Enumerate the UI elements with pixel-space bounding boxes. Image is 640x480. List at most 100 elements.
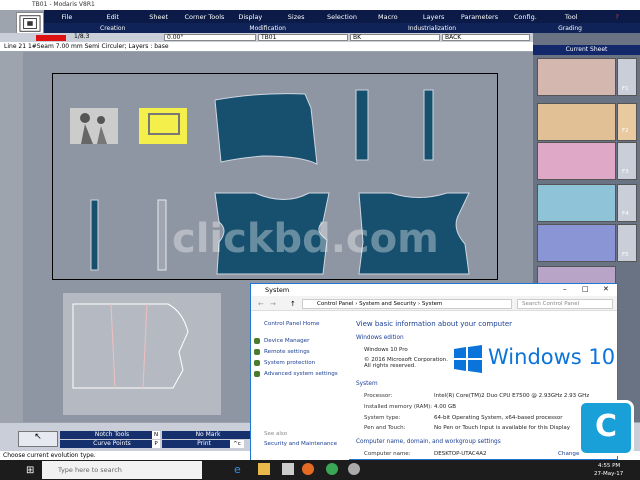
shield-icon: [254, 349, 260, 355]
tab-industrialization[interactable]: Industrialization: [408, 25, 456, 32]
windows-logo-icon: [454, 345, 482, 373]
sheet-action-2[interactable]: [617, 103, 637, 141]
app-logo: [16, 12, 44, 35]
taskbar-search[interactable]: Type here to search: [42, 461, 202, 479]
angle-field[interactable]: 0.00°: [164, 34, 256, 41]
sheet-thumb-2[interactable]: [537, 103, 616, 141]
menu-help[interactable]: ?: [594, 13, 640, 21]
edition-section-label: Windows edition: [356, 335, 404, 341]
color-swatch[interactable]: [36, 34, 66, 41]
mode-tabs: Creation Modification Industrialization …: [44, 23, 640, 33]
menu-tool[interactable]: Tool: [548, 13, 594, 21]
menu-sizes[interactable]: Sizes: [273, 13, 319, 21]
code-field[interactable]: TB01: [258, 34, 348, 41]
computer-name-label: Computer name:: [364, 451, 411, 457]
remote-settings-link[interactable]: Remote settings: [264, 349, 310, 355]
breadcrumb: Control Panel › System and Security › Sy…: [302, 299, 512, 309]
menu-macro[interactable]: Macro: [365, 13, 411, 21]
crumb-system-security[interactable]: System and Security: [359, 301, 416, 307]
back-arrow-icon[interactable]: ←: [258, 300, 264, 308]
computer-name-value: DESKTOP-UTAC4A2: [434, 451, 487, 457]
pointer-tool-button[interactable]: ↖: [18, 431, 58, 447]
watermark: clickbd.com: [172, 216, 439, 262]
system-heading: View basic information about your comput…: [356, 320, 513, 328]
clock-date: 27-May-17: [594, 471, 624, 477]
firefox-icon[interactable]: [302, 463, 314, 475]
crumb-control-panel[interactable]: Control Panel: [317, 301, 353, 307]
device-manager-link[interactable]: Device Manager: [264, 338, 309, 344]
sheet-thumb-5[interactable]: [537, 224, 616, 262]
notch-tools-key: N: [152, 431, 160, 439]
pen-touch-label: Pen and Touch:: [364, 425, 406, 431]
tab-creation[interactable]: Creation: [100, 25, 125, 32]
print-key: ^c: [230, 440, 244, 448]
curve-points-button[interactable]: Curve Points: [60, 440, 160, 448]
minimize-button[interactable]: –: [563, 285, 567, 293]
menu-display[interactable]: Display: [227, 13, 273, 21]
store-icon[interactable]: [282, 463, 294, 475]
see-also-label: See also: [264, 431, 288, 437]
pattern-piece-3[interactable]: [423, 89, 434, 161]
system-section-label: System: [356, 381, 378, 387]
windows-logo-text: Windows 10: [488, 345, 616, 369]
edge-icon[interactable]: e: [234, 463, 246, 476]
crumb-system[interactable]: System: [422, 301, 443, 307]
ref-field[interactable]: BK: [350, 34, 440, 41]
shield-icon: [254, 338, 260, 344]
menu-parameters[interactable]: Parameters: [457, 13, 503, 21]
tab-grading[interactable]: Grading: [558, 25, 582, 32]
computer-section-label: Computer name, domain, and workgroup set…: [356, 439, 501, 445]
pattern-piece-1[interactable]: [214, 93, 318, 165]
clock-time: 4:55 PM: [598, 463, 621, 469]
shield-icon: [254, 371, 260, 377]
pattern-layout-preview[interactable]: [63, 293, 221, 415]
tab-modification[interactable]: Modification: [249, 25, 286, 32]
control-panel-search[interactable]: Search Control Panel: [517, 299, 613, 309]
forward-arrow-icon[interactable]: →: [270, 300, 276, 308]
change-settings-link[interactable]: Change: [558, 451, 579, 457]
advanced-settings-link[interactable]: Advanced system settings: [264, 371, 338, 377]
menu-config[interactable]: Config.: [502, 13, 548, 21]
sheet-thumb-3[interactable]: [537, 142, 616, 180]
panel-title: Current Sheet: [533, 45, 640, 55]
ram-value: 4.00 GB: [434, 404, 457, 410]
copyright-text: © 2016 Microsoft Corporation. All rights…: [364, 357, 449, 369]
notch-tools-button[interactable]: Notch Tools: [60, 431, 160, 439]
menu-selection[interactable]: Selection: [319, 13, 365, 21]
windows-start-icon[interactable]: ⊞: [26, 465, 34, 476]
curve-points-key: P: [152, 440, 160, 448]
pen-touch-value: No Pen or Touch Input is available for t…: [434, 425, 570, 431]
clickbd-badge-icon: C: [578, 400, 634, 456]
sheet-thumb-1[interactable]: [537, 58, 616, 96]
control-panel-home-link[interactable]: Control Panel Home: [264, 321, 319, 327]
menu-edit[interactable]: Edit: [90, 13, 136, 21]
model-image-1[interactable]: [70, 108, 118, 144]
chrome-icon[interactable]: [326, 463, 338, 475]
app-icon[interactable]: [348, 463, 360, 475]
ram-label: Installed memory (RAM):: [364, 404, 433, 410]
key-f1: F1: [622, 86, 629, 92]
pattern-piece-4[interactable]: [90, 199, 99, 271]
folder-icon[interactable]: [258, 463, 270, 475]
up-arrow-icon[interactable]: ↑: [290, 300, 296, 308]
sheet-thumb-4[interactable]: [537, 184, 616, 222]
window-title: TB01 - Modaris V8R1: [0, 0, 640, 10]
menu-file[interactable]: File: [44, 13, 90, 21]
close-button[interactable]: ✕: [603, 285, 609, 293]
menu-layers[interactable]: Layers: [411, 13, 457, 21]
maximize-button[interactable]: □: [582, 285, 589, 293]
system-left-pane: [251, 311, 349, 460]
pattern-piece-5[interactable]: [157, 199, 167, 271]
menu-sheet[interactable]: Sheet: [136, 13, 182, 21]
menu-bar: File Edit Sheet Corner Tools Display Siz…: [44, 10, 640, 23]
menu-corner-tools[interactable]: Corner Tools: [182, 13, 228, 21]
no-mark-button[interactable]: No Mark: [162, 431, 250, 439]
key-f2: F2: [622, 128, 629, 134]
size-field[interactable]: 1/8.3: [72, 34, 118, 41]
key-f5: F5: [622, 252, 629, 258]
system-protection-link[interactable]: System protection: [264, 360, 315, 366]
model-image-2[interactable]: [139, 108, 187, 144]
security-maintenance-link[interactable]: Security and Maintenance: [264, 441, 337, 447]
fabric-field[interactable]: BACK: [442, 34, 530, 41]
pattern-piece-2[interactable]: [355, 89, 369, 161]
